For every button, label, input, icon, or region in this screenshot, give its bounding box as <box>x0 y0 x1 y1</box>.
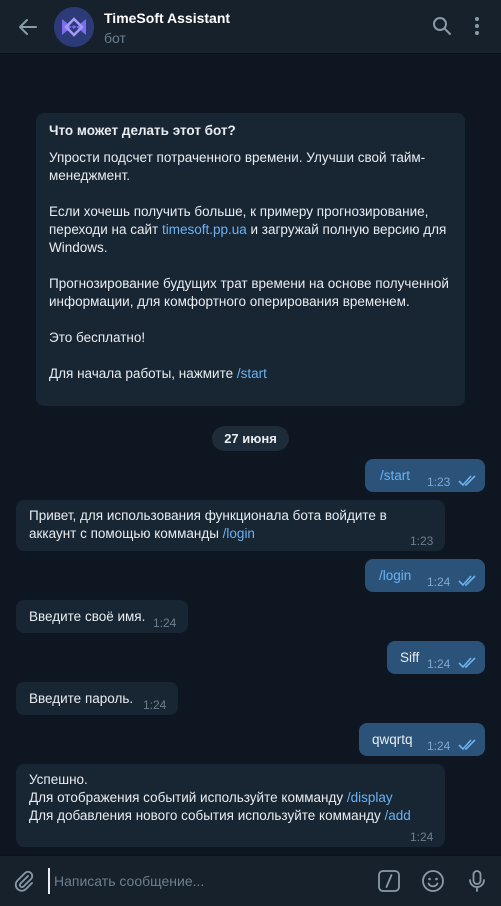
message-time: 1:23 <box>410 534 434 548</box>
message-text: Siff <box>400 650 420 665</box>
double-check-icon <box>458 739 476 751</box>
paperclip-icon[interactable] <box>12 869 36 893</box>
website-link[interactable]: timesoft.pp.ua <box>162 222 247 237</box>
double-check-icon <box>458 657 476 669</box>
bot-description-paragraph: Если хочешь получить больше, к примеру п… <box>49 204 447 255</box>
bot-avatar[interactable] <box>54 7 94 47</box>
message-text: Введите пароль. <box>29 691 134 706</box>
incoming-message[interactable]: Введите пароль. 1:24 <box>16 682 178 715</box>
double-check-icon <box>458 575 476 587</box>
microphone-icon[interactable] <box>465 869 489 893</box>
back-arrow-icon[interactable] <box>16 15 40 39</box>
incoming-message[interactable]: Привет, для использования функционала бо… <box>16 500 445 551</box>
message-time: 1:24 <box>427 575 451 589</box>
outgoing-message[interactable]: /start 1:23 <box>365 459 485 492</box>
message-time: 1:24 <box>427 657 451 671</box>
message-time: 1:24 <box>153 616 177 630</box>
display-command-link[interactable]: /display <box>347 790 393 805</box>
message-time: 1:24 <box>410 830 434 844</box>
incoming-message[interactable]: Успешно. Для отображения событий использ… <box>16 764 445 847</box>
message-time: 1:24 <box>427 739 451 753</box>
bot-logo-icon <box>54 7 94 47</box>
message-text: Введите своё имя. <box>29 609 146 624</box>
add-command-link[interactable]: /add <box>385 808 411 823</box>
bot-description-paragraph: Это бесплатно! <box>49 330 146 345</box>
bot-description-paragraph: Упрости подсчет потраченного времени. Ул… <box>49 150 426 183</box>
message-input[interactable] <box>48 868 356 894</box>
more-vertical-icon[interactable] <box>466 15 488 37</box>
date-separator: 27 июня <box>212 426 289 451</box>
incoming-message[interactable]: Введите своё имя. 1:24 <box>16 600 188 633</box>
outgoing-message[interactable]: qwqrtq 1:24 <box>359 723 485 756</box>
chat-title[interactable]: TimeSoft Assistant <box>104 10 230 26</box>
message-time: 1:23 <box>427 475 451 489</box>
message-text: Успешно. Для отображения событий использ… <box>29 772 411 823</box>
bot-description-heading: Что может делать этот бот? <box>49 123 236 138</box>
outgoing-message[interactable]: /login 1:24 <box>365 559 485 592</box>
chat-subtitle: бот <box>104 30 126 46</box>
slash-command-icon[interactable] <box>377 869 401 893</box>
outgoing-message[interactable]: Siff 1:24 <box>387 641 485 674</box>
search-icon[interactable] <box>431 15 453 37</box>
start-command-link[interactable]: /start <box>237 366 267 381</box>
message-text: qwqrtq <box>372 732 413 747</box>
login-command-link[interactable]: /login <box>223 526 255 541</box>
double-check-icon <box>458 475 476 487</box>
message-text: Привет, для использования функционала бо… <box>29 508 387 541</box>
chat-header: TimeSoft Assistant бот <box>0 0 501 54</box>
message-time: 1:24 <box>143 698 167 712</box>
message-composer <box>0 855 501 906</box>
bot-description-paragraph: Для начала работы, нажмите /start <box>49 366 267 381</box>
emoji-icon[interactable] <box>421 869 445 893</box>
command-link[interactable]: /login <box>379 567 411 585</box>
bot-description-paragraph: Прогнозирование будущих трат времени на … <box>49 276 449 309</box>
bot-description-card: Что может делать этот бот? Упрости подсч… <box>36 113 465 406</box>
command-link[interactable]: /start <box>380 467 410 485</box>
